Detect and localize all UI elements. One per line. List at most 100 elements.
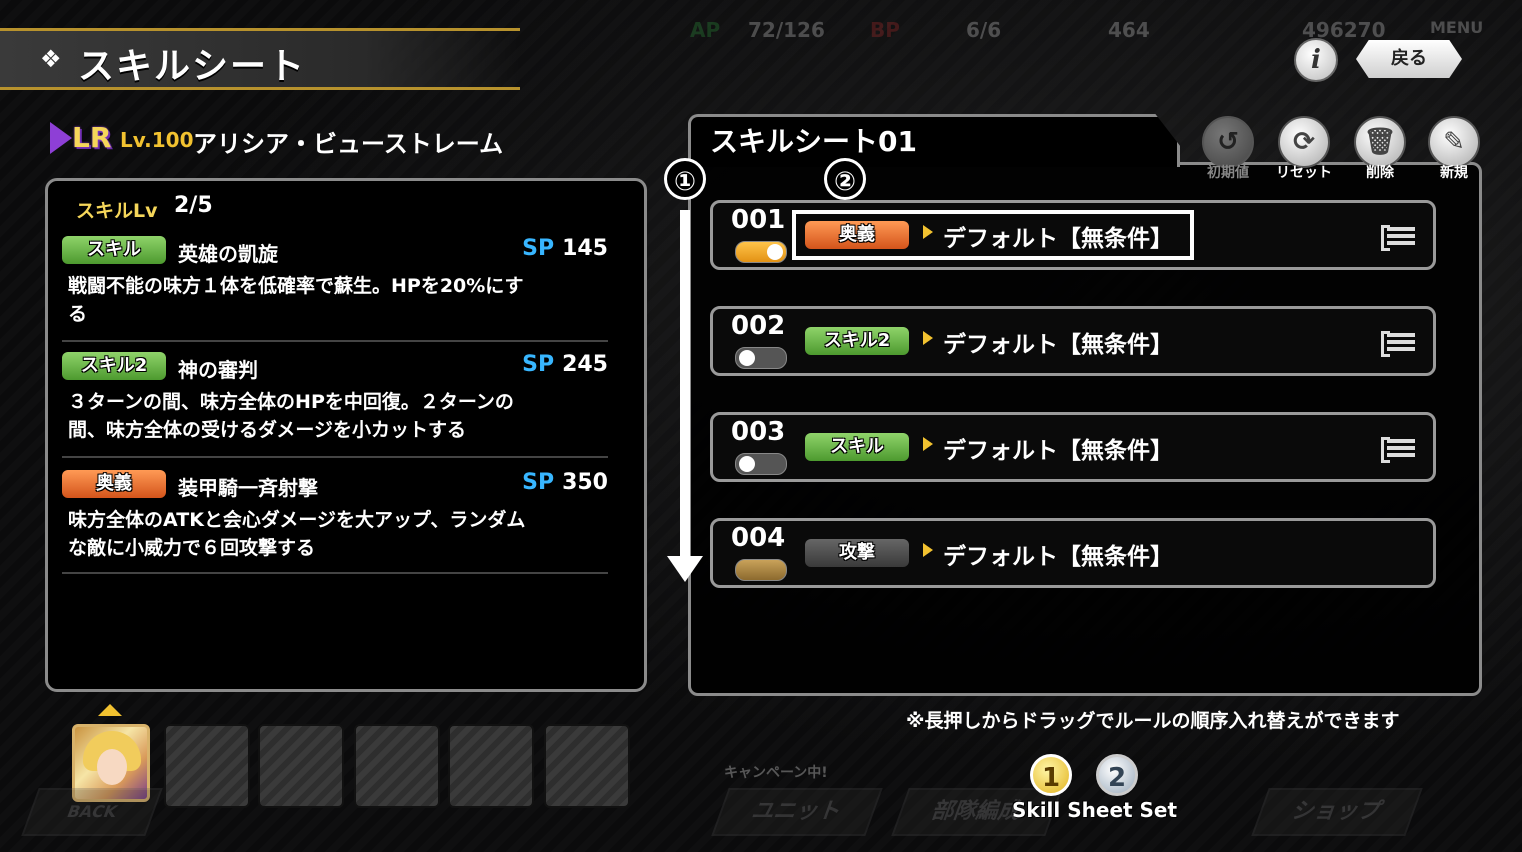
reset-default-button[interactable]: ↺ 初期値 <box>1198 116 1258 182</box>
control-label: 初期値 <box>1207 165 1249 181</box>
bp-value: 6/6 <box>966 18 1002 42</box>
skill-tag: 奥義 <box>62 470 166 498</box>
skill-description: 戦闘不能の味方１体を低確率で蘇生。HPを20%にする <box>68 272 588 328</box>
reorder-bar <box>1387 446 1415 450</box>
skill-desc-line: ３ターンの間、味方全体のHPを中回復。２ターンの <box>68 391 514 413</box>
rule-row[interactable]: 004 攻撃 デフォルト【無条件】 <box>710 518 1436 588</box>
rule-number: 002 <box>731 311 786 341</box>
skill-desc-line: 間、味方全体の受けるダメージを小カットする <box>68 419 467 441</box>
reorder-icon[interactable] <box>1381 329 1417 357</box>
delete-button[interactable]: 🗑 削除 <box>1350 116 1410 182</box>
nav-unit[interactable]: ユニット <box>711 788 883 836</box>
bp-label: BP <box>870 18 900 42</box>
reorder-bar <box>1387 241 1415 245</box>
menu-button[interactable]: MENU <box>1430 18 1483 37</box>
skill-name: 神の審判 <box>178 358 258 382</box>
rarity-badge: LR <box>72 121 112 154</box>
reorder-bar <box>1387 340 1415 344</box>
skill-tag: スキル <box>62 236 166 264</box>
rule-row[interactable]: 002 スキル2 デフォルト【無条件】 <box>710 306 1436 376</box>
reorder-bar <box>1387 227 1415 231</box>
rule-skill-tag: 攻撃 <box>805 539 909 567</box>
page-dot-1[interactable]: 1 <box>1030 754 1072 796</box>
skill-description: ３ターンの間、味方全体のHPを中回復。２ターンの 間、味方全体の受けるダメージを小… <box>68 388 588 444</box>
reset-button[interactable]: ⟳ リセット <box>1274 116 1334 182</box>
refresh-icon: ⟳ <box>1278 116 1330 168</box>
nav-back[interactable]: BACK <box>21 788 163 836</box>
annotation-arrow-line <box>680 210 690 560</box>
toggle-knob <box>767 244 783 260</box>
rule-toggle[interactable] <box>735 347 787 369</box>
selected-caret-icon <box>98 704 122 716</box>
divider <box>62 456 608 458</box>
control-label: 削除 <box>1366 165 1394 181</box>
ap-label: AP <box>690 18 721 42</box>
divider <box>62 340 608 342</box>
skilllv-label: スキルLv <box>76 200 158 222</box>
info-button[interactable]: i <box>1294 38 1338 82</box>
rule-row[interactable]: 003 スキル デフォルト【無条件】 <box>710 412 1436 482</box>
skill-desc-line: る <box>68 303 88 325</box>
toggle-knob <box>739 350 755 366</box>
control-label: リセット <box>1276 165 1332 181</box>
reorder-bar <box>1387 234 1415 238</box>
character-level: Lv.100 <box>120 128 194 152</box>
skill-desc-line: 味方全体のATKと会心ダメージを大アップ、ランダム <box>68 509 526 531</box>
skilllv-value: 2/5 <box>174 193 213 218</box>
ap-value: 72/126 <box>748 18 825 42</box>
annotation-marker-2: ② <box>824 158 866 200</box>
divider <box>62 572 608 574</box>
rule-condition: デフォルト【無条件】 <box>943 332 1173 358</box>
trash-icon: 🗑 <box>1354 116 1406 168</box>
skill-desc-line: 戦闘不能の味方１体を低確率で蘇生。HPを20%にす <box>68 275 524 297</box>
down-arrow-icon <box>667 556 703 582</box>
rule-number: 004 <box>731 523 786 553</box>
clock-reset-icon: ↺ <box>1202 116 1254 168</box>
pager-label: Skill Sheet Set <box>1012 798 1178 822</box>
reorder-bar <box>1387 347 1415 351</box>
reorder-bar <box>1387 333 1415 337</box>
skill-name: 英雄の凱旋 <box>178 242 278 266</box>
skill-tag: スキル2 <box>62 352 166 380</box>
new-button[interactable]: ✎ 新規 <box>1424 116 1484 182</box>
skill-description: 味方全体のATKと会心ダメージを大アップ、ランダム な敵に小威力で６回攻撃する <box>68 506 588 562</box>
skill-sp: SP 350 <box>522 470 608 495</box>
rarity-arrow-icon <box>50 122 72 154</box>
sp-value: 245 <box>562 352 608 377</box>
reorder-bar <box>1387 439 1415 443</box>
pencil-icon: ✎ <box>1428 116 1480 168</box>
bottom-nav: BACK ユニット 部隊編成 ショップ <box>0 772 1522 852</box>
reorder-icon[interactable] <box>1381 223 1417 251</box>
rule-toggle[interactable] <box>735 241 787 263</box>
rule-condition: デフォルト【無条件】 <box>943 438 1173 464</box>
back-button[interactable]: 戻る <box>1356 40 1462 78</box>
page-title: スキルシート <box>78 46 307 87</box>
skill-desc-line: な敵に小威力で６回攻撃する <box>68 537 316 559</box>
sp-label: SP <box>522 352 555 377</box>
rule-skill-tag: スキル2 <box>805 327 909 355</box>
rule-skill-tag: スキル <box>805 433 909 461</box>
play-arrow-icon <box>923 543 933 557</box>
sheet-title: スキルシート01 <box>710 125 917 158</box>
reorder-hint: ※長押しからドラッグでルールの順序入れ替えができます <box>906 710 1400 732</box>
sp-label: SP <box>522 236 555 261</box>
highlight-box <box>792 210 1194 260</box>
control-label: 新規 <box>1440 165 1468 181</box>
nav-shop[interactable]: ショップ <box>1251 788 1423 836</box>
annotation-marker-1: ① <box>664 158 706 200</box>
sp-label: SP <box>522 470 555 495</box>
rule-number: 003 <box>731 417 786 447</box>
reorder-icon[interactable] <box>1381 435 1417 463</box>
skill-name: 装甲騎一斉射撃 <box>178 476 318 500</box>
title-bar: ❖ スキルシート <box>0 28 520 90</box>
rule-toggle <box>735 559 787 581</box>
page-dot-2[interactable]: 2 <box>1096 754 1138 796</box>
diamond-icon: ❖ <box>40 45 62 73</box>
rule-toggle[interactable] <box>735 453 787 475</box>
rule-number: 001 <box>731 205 786 235</box>
toggle-knob <box>739 456 755 472</box>
play-arrow-icon <box>923 331 933 345</box>
sp-value: 350 <box>562 470 608 495</box>
gem-count: 464 <box>1108 18 1150 42</box>
skill-sp: SP 245 <box>522 352 608 377</box>
